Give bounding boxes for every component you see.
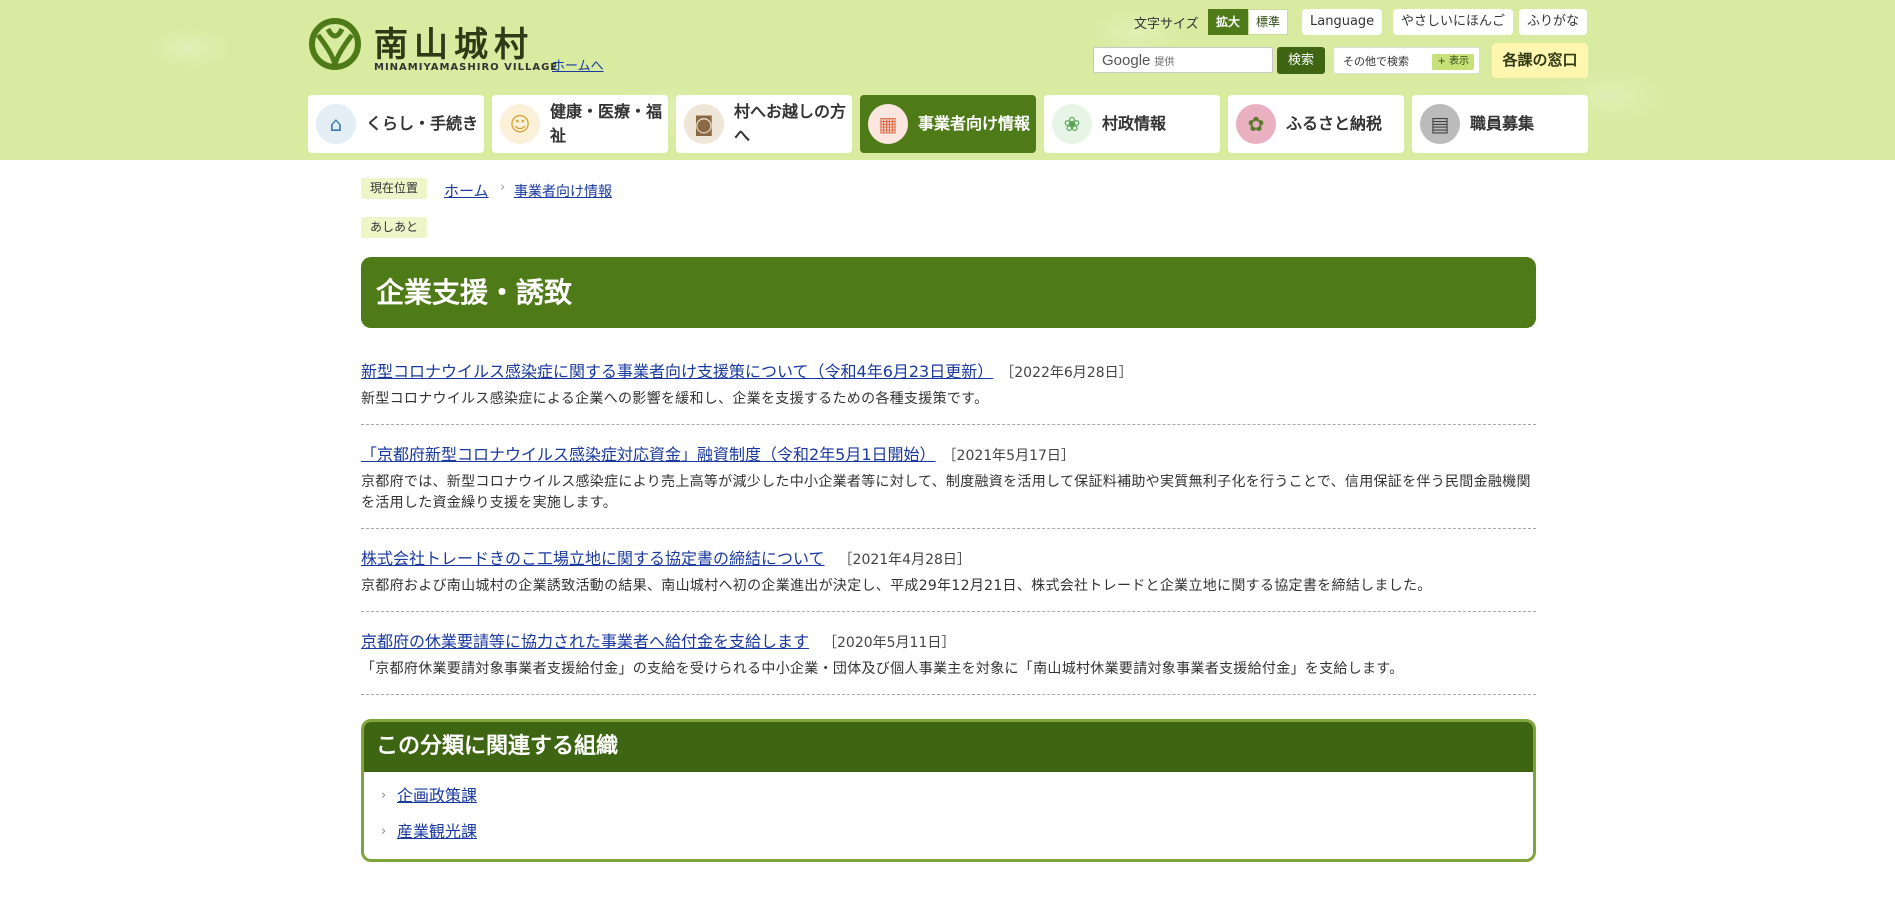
search-input[interactable]: Google 提供 <box>1093 47 1273 73</box>
nav-item-recruit[interactable]: ▤ 職員募集 <box>1412 95 1588 153</box>
entry-description: 京都府では、新型コロナウイルス感染症により売上高等が減少した中小企業者等に対して… <box>361 474 1531 511</box>
chevron-right-icon: › <box>381 788 387 803</box>
related-link-industry[interactable]: 産業観光課 <box>397 822 477 841</box>
village-emblem-icon: ❀ <box>1052 104 1092 144</box>
nav-label: 村政情報 <box>1102 114 1167 133</box>
entry-date: ［2021年4月28日］ <box>838 552 971 568</box>
nav-label: 事業者向け情報 <box>918 114 1031 133</box>
related-link-planning[interactable]: 企画政策課 <box>397 786 477 805</box>
breadcrumb-separator-icon: › <box>500 180 506 195</box>
chevron-right-icon: › <box>381 824 387 839</box>
entry-date: ［2022年6月28日］ <box>1007 365 1133 381</box>
entry-link[interactable]: 新型コロナウイルス感染症に関する事業者向け支援策について（令和4年6月23日更新… <box>361 362 993 381</box>
site-header: 南山城村 MINAMIYAMASHIRO VILLAGE ホームへ 文字サイズ … <box>0 0 1895 160</box>
nav-label: 職員募集 <box>1470 114 1535 133</box>
entry-description: 京都府および南山城村の企業誘致活動の結果、南山城村へ初の企業進出が決定し、平成2… <box>361 578 1432 594</box>
breadcrumb-home-link[interactable]: ホーム <box>444 180 489 201</box>
nav-label: ふるさと納税 <box>1286 114 1383 133</box>
entry-description: 「京都府休業要請対象事業者支援給付金」の支給を受けられる中小企業・団体及び個人事… <box>361 661 1404 677</box>
logo-subtitle: MINAMIYAMASHIRO VILLAGE <box>374 62 559 73</box>
related-item: › 産業観光課 <box>364 814 1533 850</box>
nav-label: 村へお越しの方へ <box>734 102 847 145</box>
entry-description: 新型コロナウイルス感染症による企業への影響を緩和し、企業を支援するための各種支援… <box>361 391 989 407</box>
entry-date: ［2020年5月11日］ <box>823 635 956 651</box>
list-item: 「京都府新型コロナウイルス感染症対応資金」融資制度（令和2年5月1日開始） ［20… <box>361 443 1536 529</box>
nav-label: くらし・手続き <box>366 114 479 133</box>
page-title: 企業支援・誘致 <box>361 257 1536 328</box>
font-size-large-button[interactable]: 拡大 <box>1208 9 1249 35</box>
google-label: Google <box>1102 52 1151 69</box>
list-item: 京都府の休業要請等に協力された事業者へ給付金を支給します ［2020年5月11日］… <box>361 630 1536 695</box>
building-icon: ▦ <box>868 104 908 144</box>
font-size-label: 文字サイズ <box>1134 17 1199 32</box>
other-search-label: その他で検索 <box>1343 55 1409 68</box>
house-icon: ⌂ <box>316 104 356 144</box>
logo-title: 南山城村 <box>374 25 534 65</box>
related-heading: この分類に関連する組織 <box>364 722 1533 772</box>
list-item: 株式会社トレードきのこ工場立地に関する協定書の締結について ［2021年4月28日… <box>361 547 1536 612</box>
font-size-standard-button[interactable]: 標準 <box>1248 9 1289 35</box>
nav-item-furusato[interactable]: ✿ ふるさと納税 <box>1228 95 1404 153</box>
office-photo-icon: ▤ <box>1420 104 1460 144</box>
home-link[interactable]: ホームへ <box>552 55 604 74</box>
related-organizations: この分類に関連する組織 › 企画政策課 › 産業観光課 <box>361 719 1536 862</box>
furigana-button[interactable]: ふりがな <box>1519 9 1588 35</box>
nav-item-living[interactable]: ⌂ くらし・手続き <box>308 95 484 153</box>
camera-icon: ◙ <box>684 104 724 144</box>
nav-item-visitors[interactable]: ◙ 村へお越しの方へ <box>676 95 852 153</box>
entry-link[interactable]: 株式会社トレードきのこ工場立地に関する協定書の締結について <box>361 549 825 568</box>
furusato-photo-icon: ✿ <box>1236 104 1276 144</box>
entry-link[interactable]: 京都府の休業要請等に協力された事業者へ給付金を支給します <box>361 632 809 651</box>
easy-japanese-button[interactable]: やさしいにほんご <box>1393 9 1514 35</box>
nav-item-business[interactable]: ▦ 事業者向け情報 <box>860 95 1036 153</box>
village-emblem-icon <box>309 18 361 70</box>
list-item: 新型コロナウイルス感染症に関する事業者向け支援策について（令和4年6月23日更新… <box>361 360 1536 425</box>
nav-label: 健康・医療・福祉 <box>550 102 663 145</box>
global-nav: ⌂ くらし・手続き ☺ 健康・医療・福祉 ◙ 村へお越しの方へ ▦ 事業者向け情… <box>308 95 1588 153</box>
related-item: › 企画政策課 <box>364 778 1533 814</box>
breadcrumb-current-link[interactable]: 事業者向け情報 <box>514 181 612 201</box>
site-logo[interactable]: 南山城村 MINAMIYAMASHIRO VILLAGE ホームへ <box>308 17 608 77</box>
other-search-button[interactable]: その他で検索 + 表示 <box>1333 47 1480 74</box>
breadcrumb-label: 現在位置 <box>361 178 428 199</box>
entry-date: ［2021年5月17日］ <box>949 448 1075 464</box>
font-size-toggle: 拡大 標準 <box>1208 9 1289 35</box>
search-provided-label: 提供 <box>1154 57 1175 68</box>
person-icon: ☺ <box>500 104 540 144</box>
search-button[interactable]: 検索 <box>1277 47 1325 74</box>
show-button[interactable]: + 表示 <box>1432 54 1474 70</box>
nav-item-health[interactable]: ☺ 健康・医療・福祉 <box>492 95 668 153</box>
nav-item-village-admin[interactable]: ❀ 村政情報 <box>1044 95 1220 153</box>
department-window-button[interactable]: 各課の窓口 <box>1492 43 1588 78</box>
article-list: 新型コロナウイルス感染症に関する事業者向け支援策について（令和4年6月23日更新… <box>361 360 1536 713</box>
ashiato-label: あしあと <box>361 217 428 238</box>
language-button[interactable]: Language <box>1302 9 1383 35</box>
entry-link[interactable]: 「京都府新型コロナウイルス感染症対応資金」融資制度（令和2年5月1日開始） <box>361 445 936 464</box>
